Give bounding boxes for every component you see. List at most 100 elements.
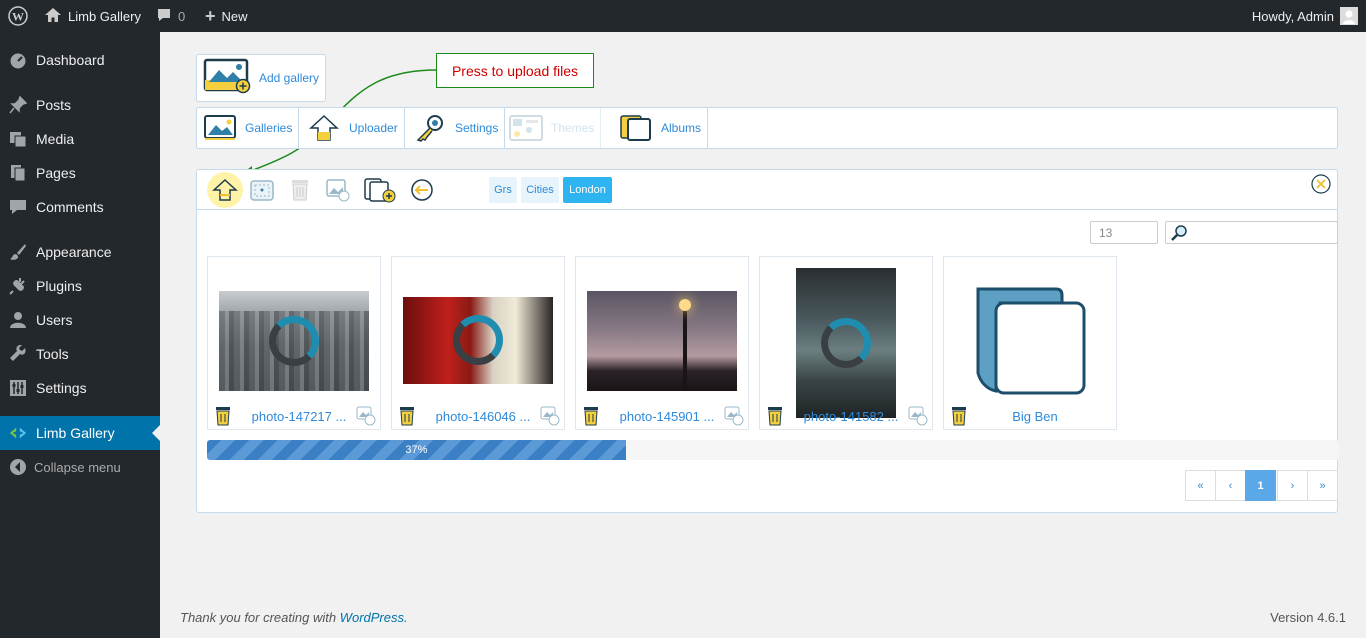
delete-item-button[interactable]: [950, 406, 968, 426]
collapse-label: Collapse menu: [34, 459, 121, 475]
footer-thanks-text: Thank you for creating with: [180, 610, 340, 625]
gallery-item[interactable]: photo-147217 ...: [207, 256, 381, 430]
tab-settings[interactable]: Settings: [413, 108, 506, 148]
pagination-last[interactable]: »: [1307, 470, 1338, 501]
settings-icon: [9, 379, 27, 397]
edit-selected-button[interactable]: [323, 176, 353, 204]
new-content-link[interactable]: + New: [205, 0, 248, 32]
plug-icon: [9, 277, 27, 295]
uploader-icon: [307, 114, 341, 142]
item-caption[interactable]: photo-146046 ...: [430, 409, 536, 424]
upload-arrow-icon: [212, 178, 238, 201]
collapse-menu-button[interactable]: Collapse menu: [0, 450, 160, 484]
sidebar-item-dashboard[interactable]: Dashboard: [0, 43, 160, 77]
item-thumbnail: [587, 291, 737, 391]
trash-icon: [768, 407, 782, 426]
sidebar-item-label: Pages: [36, 165, 76, 181]
sidebar-item-media[interactable]: Media: [0, 122, 160, 156]
site-name: Limb Gallery: [68, 8, 141, 24]
sidebar-item-pages[interactable]: Pages: [0, 156, 160, 190]
back-button[interactable]: [407, 176, 437, 204]
delete-item-button[interactable]: [766, 406, 784, 426]
sidebar-item-appearance[interactable]: Appearance: [0, 235, 160, 269]
main-content: Add gallery Press to upload files Galler…: [160, 32, 1366, 638]
item-caption[interactable]: Big Ben: [982, 409, 1088, 424]
pagination-page-1[interactable]: 1: [1245, 470, 1276, 501]
wrench-icon: [9, 345, 27, 363]
comments-link[interactable]: 0: [156, 0, 185, 32]
gallery-item[interactable]: photo-145901 ...: [575, 256, 749, 430]
select-all-button[interactable]: [247, 176, 277, 204]
account-menu[interactable]: Howdy, Admin: [1252, 0, 1358, 32]
albums-icon: [619, 114, 653, 142]
breadcrumb-london[interactable]: London: [563, 177, 612, 203]
trash-icon: [584, 407, 598, 426]
tab-label: Themes: [551, 121, 595, 135]
comment-icon: [9, 198, 27, 216]
tab-label: Galleries: [245, 121, 293, 135]
sidebar-item-label: Media: [36, 131, 75, 147]
sidebar-item-label: Tools: [36, 346, 69, 362]
tab-albums[interactable]: Albums: [619, 108, 709, 148]
trash-icon: [292, 180, 308, 201]
sidebar-item-posts[interactable]: Posts: [0, 88, 160, 122]
edit-item-button[interactable]: [908, 406, 928, 426]
pagination-first[interactable]: «: [1185, 470, 1216, 501]
search-icon: [1171, 225, 1187, 241]
image-edit-icon: [540, 406, 560, 426]
sidebar-item-comments[interactable]: Comments: [0, 190, 160, 224]
sidebar-item-users[interactable]: Users: [0, 303, 160, 337]
item-caption[interactable]: photo-141582 ...: [798, 409, 904, 424]
collapse-arrow-icon: [9, 458, 27, 476]
brush-icon: [9, 243, 27, 261]
svg-text:W: W: [12, 10, 24, 24]
wordpress-logo-icon[interactable]: W: [8, 0, 28, 32]
sidebar-item-settings[interactable]: Settings: [0, 371, 160, 405]
search-input[interactable]: [1165, 221, 1338, 244]
tab-label: Settings: [455, 121, 499, 135]
pagination-next[interactable]: ›: [1277, 470, 1308, 501]
item-caption[interactable]: photo-147217 ...: [246, 409, 352, 424]
add-to-album-button[interactable]: [363, 176, 397, 204]
dashboard-icon: [9, 51, 27, 69]
per-page-input[interactable]: 13: [1090, 221, 1158, 244]
breadcrumb-grs[interactable]: Grs: [489, 177, 517, 203]
sidebar-item-plugins[interactable]: Plugins: [0, 269, 160, 303]
gallery-item[interactable]: photo-141582 ...: [759, 256, 933, 430]
gallery-tabs: Galleries Uploader Settings Themes Album…: [196, 107, 1338, 149]
pagination-prev[interactable]: ‹: [1215, 470, 1246, 501]
loading-spinner: [453, 315, 503, 365]
gallery-item[interactable]: Big Ben: [943, 256, 1117, 430]
tab-themes[interactable]: Themes: [509, 108, 602, 148]
tab-galleries[interactable]: Galleries: [203, 108, 300, 148]
pages-icon: [9, 164, 27, 182]
close-panel-button[interactable]: [1311, 174, 1331, 194]
sidebar-item-tools[interactable]: Tools: [0, 337, 160, 371]
delete-item-button[interactable]: [214, 406, 232, 426]
wordpress-link[interactable]: WordPress.: [340, 610, 408, 625]
delete-item-button[interactable]: [398, 406, 416, 426]
edit-item-button[interactable]: [724, 406, 744, 426]
gallery-panel: Grs Cities London 13 photo-147217 ... ph…: [196, 169, 1339, 513]
footer-version: Version 4.6.1: [1270, 610, 1346, 625]
delete-item-button[interactable]: [582, 406, 600, 426]
gallery-toolbar: Grs Cities London: [197, 170, 1337, 210]
sidebar-item-limb-gallery[interactable]: Limb Gallery: [0, 416, 160, 450]
howdy-text: Howdy, Admin: [1251, 8, 1334, 24]
tab-uploader[interactable]: Uploader: [307, 108, 405, 148]
gallery-item[interactable]: photo-146046 ...: [391, 256, 565, 430]
edit-item-button[interactable]: [540, 406, 560, 426]
sidebar-item-label: Dashboard: [36, 52, 105, 68]
upload-button[interactable]: [207, 172, 243, 208]
delete-selected-button[interactable]: [285, 176, 315, 204]
album-thumbnail: [974, 285, 1088, 397]
upload-progress: 37%: [207, 440, 1339, 460]
breadcrumb-cities[interactable]: Cities: [521, 177, 559, 203]
item-thumbnail: [219, 291, 369, 391]
edit-item-button[interactable]: [356, 406, 376, 426]
album-folder-icon: [976, 287, 1086, 395]
sidebar-item-label: Appearance: [36, 244, 112, 260]
item-caption[interactable]: photo-145901 ...: [614, 409, 720, 424]
new-label: New: [221, 8, 248, 24]
site-name-link[interactable]: Limb Gallery: [44, 0, 141, 32]
